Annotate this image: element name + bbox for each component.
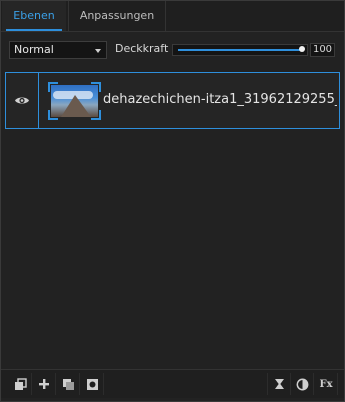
add-layer-button[interactable] — [33, 373, 56, 395]
blend-button[interactable] — [291, 373, 314, 395]
blend-mode-value: Normal — [14, 43, 54, 56]
opacity-label: Deckkraft — [115, 42, 169, 55]
tab-bar: Ebenen Anpassungen — [1, 1, 344, 32]
filter-button[interactable] — [267, 373, 291, 395]
opacity-slider-thumb[interactable] — [299, 46, 305, 52]
add-layer-icon — [39, 379, 49, 389]
opacity-value-field[interactable]: 100 — [310, 43, 335, 57]
filter-icon — [274, 379, 284, 389]
layers-panel: Ebenen Anpassungen Normal Deckkraft 100 — [0, 0, 345, 402]
layer-visibility-toggle[interactable] — [6, 73, 39, 128]
opacity-slider-fill — [178, 49, 302, 51]
merge-layers-icon — [62, 378, 74, 390]
opacity-slider[interactable] — [172, 44, 308, 56]
merge-layers-button[interactable] — [57, 373, 80, 395]
eye-icon — [15, 97, 29, 104]
blend-icon — [296, 378, 308, 390]
tab-layers[interactable]: Ebenen — [2, 1, 66, 31]
layers-toolbar: Fx — [1, 369, 344, 398]
chevron-down-icon — [95, 49, 101, 53]
blend-mode-select[interactable]: Normal — [9, 41, 107, 59]
layer-row[interactable]: dehazechichen-itza1_31962129255_o.j... — [5, 72, 340, 129]
mask-icon — [86, 378, 98, 390]
effects-label: Fx — [319, 378, 333, 390]
effects-button[interactable]: Fx — [315, 373, 338, 395]
duplicate-layer-button[interactable] — [9, 373, 32, 395]
mask-button[interactable] — [81, 373, 104, 395]
layer-name[interactable]: dehazechichen-itza1_31962129255_o.j... — [103, 92, 337, 108]
layer-thumbnail[interactable] — [48, 82, 101, 120]
duplicate-layer-icon — [14, 377, 27, 390]
tab-adjustments[interactable]: Anpassungen — [68, 1, 166, 31]
